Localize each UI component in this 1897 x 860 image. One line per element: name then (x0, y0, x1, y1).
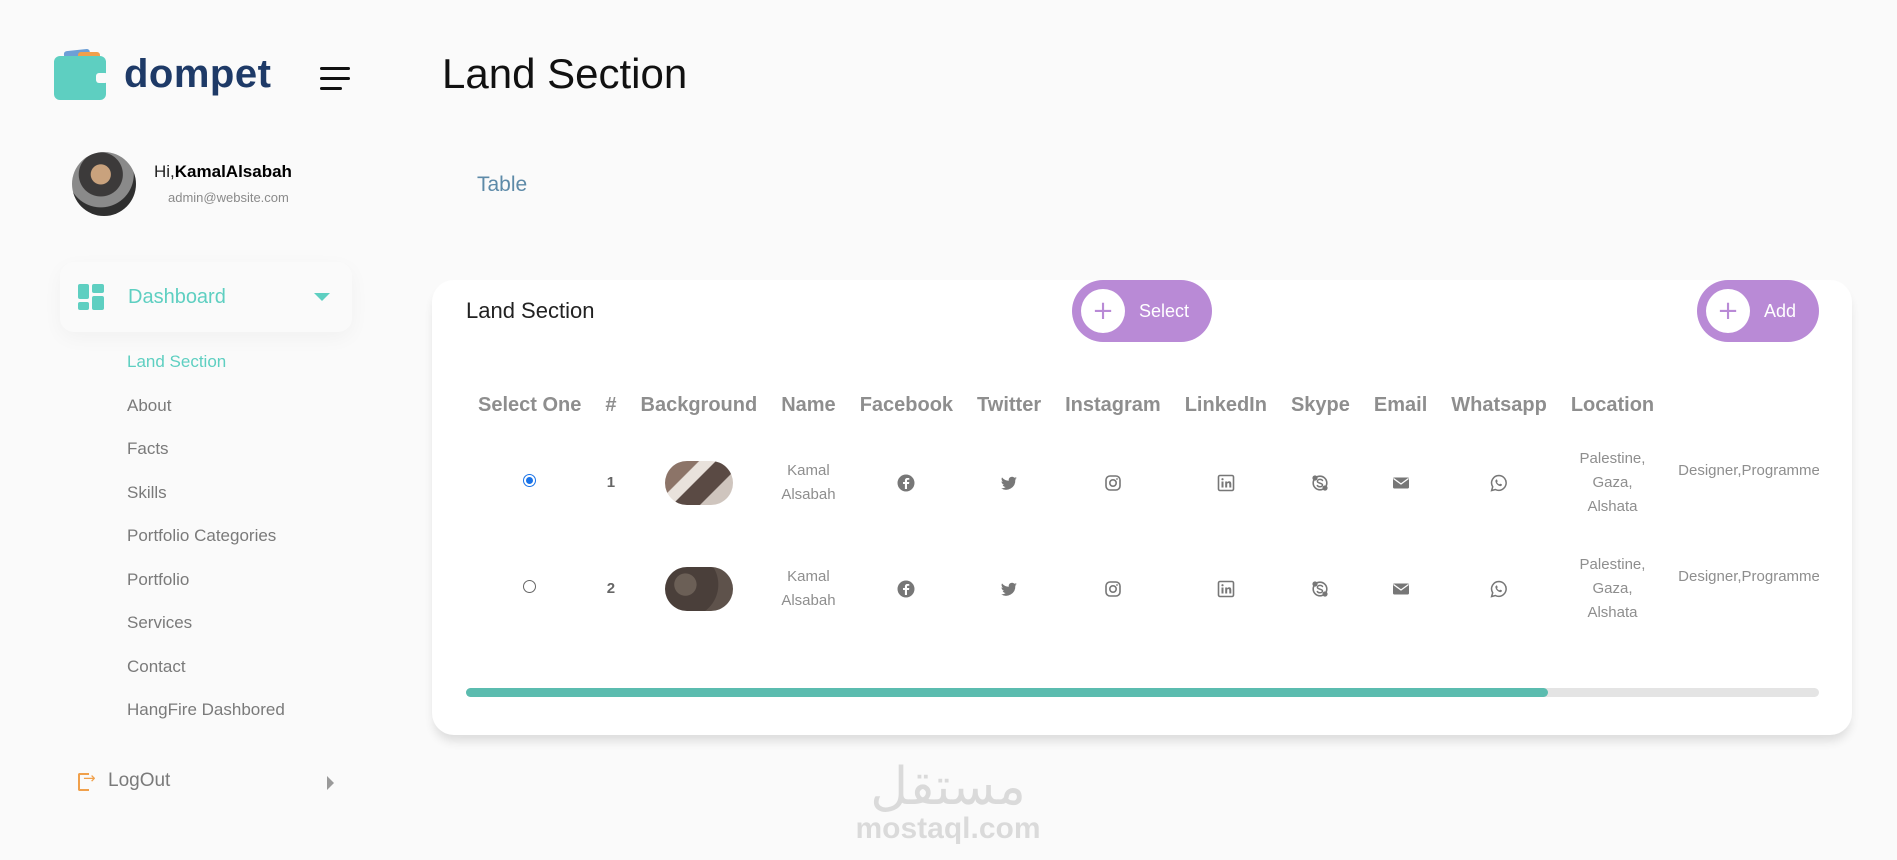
background-image (664, 461, 733, 505)
row-extra: Designer,Programmer,DevelD (1666, 536, 1819, 620)
row-location: Palestine, Gaza, Alshata (1579, 450, 1646, 515)
row-extra-line1: Designer,Programmer,Devel (1678, 568, 1819, 585)
row-extra-line1: Designer,Programmer,De (1678, 462, 1819, 479)
column-header: Select One (478, 393, 582, 416)
sidebar-item-portfolio[interactable]: Portfolio (127, 570, 285, 614)
row-index: 2 (606, 580, 616, 597)
dashboard-icon (78, 284, 104, 310)
background-image (664, 567, 733, 611)
logout-icon (78, 769, 96, 791)
sidebar-item-land-section[interactable]: Land Section (127, 352, 285, 396)
table-header-row: Select One # Background Name Facebook Tw… (466, 380, 1819, 430)
sidebar-item-label: Dashboard (128, 285, 226, 308)
avatar[interactable] (72, 152, 136, 216)
row-location: Palestine, Gaza, Alshata (1579, 556, 1646, 620)
breadcrumb[interactable]: Table (477, 173, 527, 197)
add-button[interactable]: + Add (1697, 280, 1819, 342)
land-section-table: Select One # Background Name Facebook Tw… (466, 380, 1819, 621)
sidebar-item-services[interactable]: Services (127, 613, 285, 657)
table-row: 1 Kamal Alsabah Palestine, Gaza, Alshata… (466, 430, 1819, 536)
add-button-label: Add (1764, 300, 1797, 321)
card-title: Land Section (466, 298, 595, 323)
email-icon[interactable] (1392, 474, 1410, 492)
table-scroll-area[interactable]: Select One # Background Name Facebook Tw… (466, 380, 1819, 621)
select-button-label: Select (1139, 300, 1190, 321)
row-extra: Designer,Programmer,DeD (1666, 430, 1819, 536)
chevron-right-icon (327, 776, 334, 790)
twitter-icon[interactable] (1000, 474, 1018, 492)
watermark-latin: mostaql.com (855, 812, 1041, 845)
plus-icon: + (1081, 289, 1125, 333)
hamburger-menu-icon[interactable] (320, 66, 352, 92)
user-email: admin@website.com (168, 190, 289, 205)
twitter-icon[interactable] (1000, 580, 1018, 598)
column-header: Twitter (977, 393, 1042, 416)
land-section-card: Land Section + Select + Add Select One #… (432, 280, 1852, 735)
user-profile: Hi,KamalAlsabah admin@website.com (72, 152, 292, 216)
greeting-prefix: Hi, (154, 162, 175, 181)
watermark-logo: مستقل mostaql.com (834, 760, 1062, 844)
watermark-arabic: مستقل (870, 757, 1026, 817)
greeting: Hi,KamalAlsabah (154, 162, 292, 182)
column-header: Facebook (859, 393, 954, 416)
sidebar-item-dashboard[interactable]: Dashboard (60, 262, 352, 332)
row-name: Kamal Alsabah (781, 462, 836, 503)
linkedin-icon[interactable] (1217, 474, 1235, 492)
logout-label: LogOut (108, 770, 171, 791)
sidebar-item-contact[interactable]: Contact (127, 657, 285, 701)
column-header: Background (640, 393, 758, 416)
facebook-icon[interactable] (897, 580, 915, 598)
column-header: Skype (1290, 393, 1350, 416)
whatsapp-icon[interactable] (1490, 580, 1508, 598)
column-header: Location (1570, 393, 1655, 416)
username: KamalAlsabah (174, 162, 292, 181)
sidebar-item-about[interactable]: About (127, 396, 285, 440)
facebook-icon[interactable] (897, 474, 915, 492)
chevron-down-icon[interactable] (314, 293, 330, 301)
column-header: LinkedIn (1184, 393, 1267, 416)
scrollbar-thumb[interactable] (466, 688, 1549, 697)
brand-logo[interactable]: dompet (54, 48, 271, 100)
column-header: Instagram (1065, 393, 1161, 416)
sidebar-item-facts[interactable]: Facts (127, 439, 285, 483)
column-header: Email (1373, 393, 1428, 416)
row-name: Kamal Alsabah (781, 568, 836, 609)
column-header: Whatsapp (1451, 393, 1547, 416)
linkedin-icon[interactable] (1217, 580, 1235, 598)
select-button[interactable]: + Select (1072, 280, 1212, 342)
row-select-radio[interactable] (523, 474, 537, 487)
instagram-icon[interactable] (1104, 474, 1122, 492)
whatsapp-icon[interactable] (1490, 474, 1508, 492)
column-header-extra (1666, 380, 1819, 430)
sidebar-submenu: Land Section About Facts Skills Portfoli… (127, 352, 285, 744)
sidebar-item-hangfire-dashboard[interactable]: HangFire Dashbored (127, 700, 285, 744)
row-index: 1 (606, 474, 616, 491)
horizontal-scrollbar[interactable] (466, 688, 1819, 697)
skype-icon[interactable] (1311, 474, 1329, 492)
sidebar-item-portfolio-categories[interactable]: Portfolio Categories (127, 526, 285, 570)
plus-icon: + (1706, 289, 1750, 333)
table-row: 2 Kamal Alsabah Palestine, Gaza, Alshata… (466, 536, 1819, 620)
logout-button[interactable]: LogOut (78, 769, 334, 792)
column-header: Name (781, 393, 836, 416)
skype-icon[interactable] (1311, 580, 1329, 598)
page-title: Land Section (442, 50, 688, 97)
brand-name: dompet (124, 51, 272, 96)
column-header: # (605, 393, 617, 416)
sidebar-item-skills[interactable]: Skills (127, 483, 285, 527)
row-select-radio[interactable] (523, 580, 537, 593)
email-icon[interactable] (1392, 580, 1410, 598)
instagram-icon[interactable] (1104, 580, 1122, 598)
wallet-icon (54, 48, 108, 100)
